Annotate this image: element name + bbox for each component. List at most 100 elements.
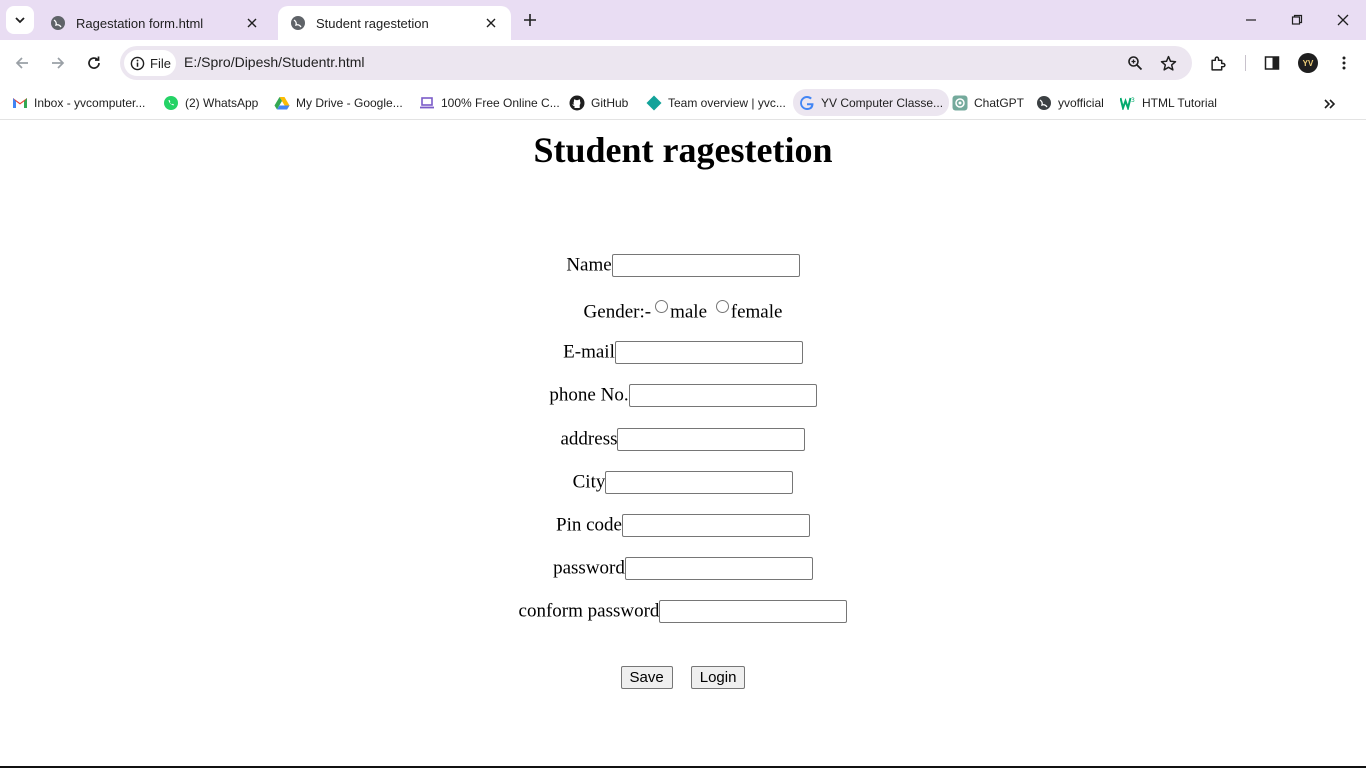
bookmark-label: yvofficial <box>1058 95 1104 110</box>
save-button[interactable]: Save <box>620 666 673 689</box>
bookmark-chatgpt[interactable]: ChatGPT <box>946 89 1030 116</box>
tab-search-button[interactable] <box>6 6 34 34</box>
github-icon <box>569 95 585 111</box>
city-row: City <box>0 471 1366 495</box>
bookmark-yvofficial[interactable]: yvofficial <box>1030 89 1110 116</box>
address-row: address <box>0 428 1366 452</box>
plus-icon <box>524 14 536 26</box>
laptop-icon <box>419 95 435 111</box>
email-label: E-mail <box>563 341 615 363</box>
close-window-button[interactable] <box>1320 0 1366 40</box>
globe-icon <box>1036 95 1052 111</box>
page-title: Student ragestetion <box>533 130 833 170</box>
side-panel-button[interactable] <box>1258 49 1286 77</box>
bookmark-team-overview[interactable]: Team overview | yvc... <box>640 89 792 116</box>
toolbar-divider <box>1245 55 1246 71</box>
new-tab-button[interactable] <box>518 8 542 32</box>
city-input[interactable] <box>605 471 794 495</box>
city-label: City <box>572 471 606 493</box>
bookmark-yv-computer[interactable]: YV Computer Classe... <box>793 89 950 116</box>
tab-strip: Ragestation form.html Student ragestetio… <box>0 0 1366 40</box>
profile-avatar[interactable]: YV <box>1298 53 1318 73</box>
side-panel-icon <box>1264 56 1280 70</box>
diamond-icon <box>646 95 662 111</box>
gmail-icon <box>12 95 28 111</box>
name-row: Name <box>0 254 1366 278</box>
confirm-password-label: conform password <box>518 600 660 622</box>
email-row: E-mail <box>0 341 1366 365</box>
restore-icon <box>1291 14 1303 25</box>
minimize-button[interactable] <box>1228 0 1274 40</box>
gender-female-radio[interactable] <box>715 300 729 313</box>
password-input[interactable] <box>624 557 813 581</box>
gender-label: Gender:- <box>583 301 652 323</box>
restore-button[interactable] <box>1274 0 1320 40</box>
bookmark-label: HTML Tutorial <box>1142 95 1217 110</box>
close-icon <box>1337 14 1349 26</box>
bookmark-inbox[interactable]: Inbox - yvcomputer... <box>6 89 151 116</box>
tab-title: Student ragestetion <box>316 15 429 31</box>
password-label: password <box>553 557 625 579</box>
tab-student-ragestetion[interactable]: Student ragestetion <box>278 6 511 40</box>
chevron-double-right-icon <box>1324 99 1336 109</box>
tab-ragestation-form[interactable]: Ragestation form.html <box>38 6 272 40</box>
pin-code-label: Pin code <box>556 514 622 536</box>
zoom-button[interactable] <box>1123 51 1147 75</box>
gender-male-radio[interactable] <box>655 300 669 313</box>
url-text[interactable]: E:/Spro/Dipesh/Studentr.html <box>184 54 365 70</box>
reload-button[interactable] <box>80 49 108 77</box>
page-content: Student ragestetion Name Gender:- male fe… <box>0 121 1366 766</box>
phone-input[interactable] <box>628 384 817 408</box>
reload-icon <box>88 56 100 69</box>
close-icon[interactable] <box>244 15 260 31</box>
password-row: password <box>0 557 1366 581</box>
address-input[interactable] <box>617 428 806 452</box>
name-input[interactable] <box>611 254 800 278</box>
bookmark-whatsapp[interactable]: (2) WhatsApp <box>157 89 264 116</box>
globe-icon <box>50 15 66 31</box>
avatar-initials: YV <box>1302 58 1314 68</box>
svg-text:3: 3 <box>1131 97 1135 104</box>
globe-icon <box>290 15 306 31</box>
arrow-right-icon <box>52 57 65 69</box>
pin-code-row: Pin code <box>0 514 1366 538</box>
site-chip-label: File <box>150 55 171 71</box>
extensions-button[interactable] <box>1204 49 1232 77</box>
email-input[interactable] <box>614 341 803 365</box>
bookmark-free-online[interactable]: 100% Free Online C... <box>413 89 566 116</box>
puzzle-icon <box>1210 55 1226 71</box>
bookmark-github[interactable]: GitHub <box>563 89 634 116</box>
chevron-down-icon <box>15 17 25 24</box>
pin-code-input[interactable] <box>621 514 810 538</box>
login-button[interactable]: Login <box>690 666 746 689</box>
confirm-password-row: conform password <box>0 600 1366 624</box>
bookmark-star-button[interactable] <box>1156 51 1180 75</box>
bookmark-label: (2) WhatsApp <box>185 95 259 110</box>
menu-button[interactable] <box>1330 49 1358 77</box>
google-icon <box>799 95 815 111</box>
bookmark-my-drive[interactable]: My Drive - Google... <box>268 89 409 116</box>
phone-label: phone No. <box>549 384 629 406</box>
bookmark-label: 100% Free Online C... <box>441 95 560 110</box>
minimize-icon <box>1246 19 1256 21</box>
forward-button[interactable] <box>44 49 72 77</box>
phone-row: phone No. <box>0 384 1366 408</box>
bookmark-label: GitHub <box>591 95 629 110</box>
zoom-icon <box>1128 56 1143 71</box>
tab-title: Ragestation form.html <box>76 15 204 31</box>
star-icon <box>1160 55 1176 71</box>
gender-male-label: male <box>670 301 708 323</box>
bookmark-html-tutorial[interactable]: 3 HTML Tutorial <box>1114 89 1223 116</box>
more-bookmarks-button[interactable] <box>1318 92 1342 116</box>
confirm-password-input[interactable] <box>659 600 848 624</box>
bookmark-label: Inbox - yvcomputer... <box>34 95 146 110</box>
chatgpt-icon <box>952 95 968 111</box>
arrow-left-icon <box>15 57 28 69</box>
back-button[interactable] <box>8 49 36 77</box>
close-icon[interactable] <box>483 15 499 31</box>
address-bar[interactable]: File E:/Spro/Dipesh/Studentr.html <box>120 46 1192 80</box>
gender-female-label: female <box>730 301 783 323</box>
gender-row: Gender:- male female <box>0 300 1366 324</box>
whatsapp-icon <box>163 95 179 111</box>
site-info-chip[interactable]: File <box>124 50 176 76</box>
